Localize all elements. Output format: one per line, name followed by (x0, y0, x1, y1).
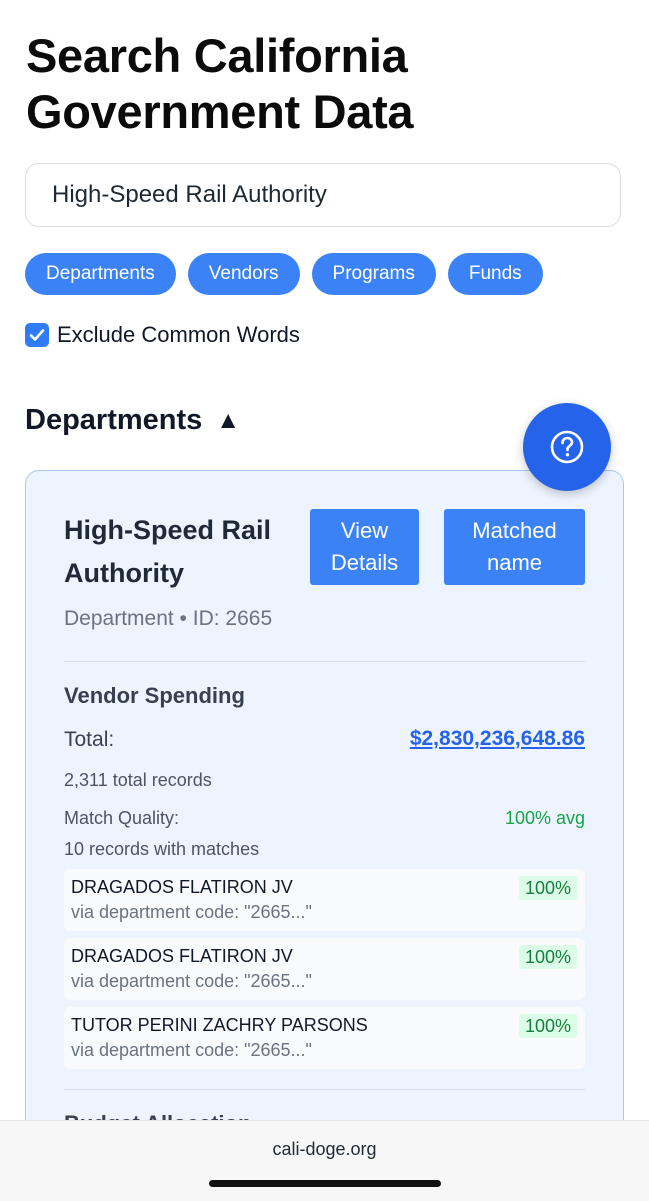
total-amount-link[interactable]: $2,830,236,648.86 (410, 727, 585, 751)
match-source: via department code: "2665..." (71, 1040, 312, 1060)
match-vendor-name: DRAGADOS FLATIRON JV (71, 877, 293, 897)
section-title: Departments (25, 404, 203, 436)
match-quality-label: Match Quality: (64, 808, 180, 828)
exclude-common-words-checkbox[interactable] (25, 323, 49, 347)
view-details-button[interactable]: View Details (310, 509, 419, 585)
match-score-badge: 100% (518, 1014, 577, 1038)
filter-chip-programs[interactable]: Programs (311, 253, 436, 295)
match-item: DRAGADOS FLATIRON JV via department code… (64, 938, 585, 1000)
match-item: TUTOR PERINI ZACHRY PARSONS via departme… (64, 1007, 585, 1069)
filter-chip-vendors[interactable]: Vendors (187, 253, 300, 295)
match-item: DRAGADOS FLATIRON JV via department code… (64, 869, 585, 931)
checkmark-icon (29, 329, 45, 341)
matches-count: 10 records with matches (64, 839, 260, 859)
match-source: via department code: "2665..." (71, 971, 312, 991)
department-meta: Department • ID: 2665 (64, 607, 273, 630)
filter-chip-funds[interactable]: Funds (447, 253, 543, 295)
browser-address-bar[interactable]: cali-doge.org (0, 1120, 649, 1201)
match-score-badge: 100% (518, 876, 577, 900)
total-records: 2,311 total records (64, 770, 212, 790)
exclude-common-words-label: Exclude Common Words (57, 322, 300, 347)
departments-section-toggle[interactable]: Departments ▲ (25, 404, 240, 437)
help-button[interactable] (523, 403, 611, 491)
match-quality-value: 100% avg (504, 808, 585, 828)
filter-chip-departments[interactable]: Departments (25, 253, 176, 295)
filter-chips: Departments Vendors Programs Funds (25, 253, 543, 295)
page: Search California Government Data Depart… (0, 0, 649, 1120)
match-score-badge: 100% (518, 945, 577, 969)
match-vendor-name: DRAGADOS FLATIRON JV (71, 946, 293, 966)
page-title: Search California Government Data (26, 29, 414, 138)
budget-allocation-heading: Budget Allocation (64, 1111, 251, 1120)
exclude-common-words-toggle[interactable]: Exclude Common Words (25, 322, 300, 348)
browser-domain: cali-doge.org (272, 1139, 377, 1159)
divider (64, 1089, 585, 1090)
search-input[interactable] (52, 178, 592, 212)
home-indicator[interactable] (209, 1180, 441, 1187)
match-vendor-name: TUTOR PERINI ZACHRY PARSONS (71, 1015, 368, 1035)
question-circle-icon (550, 430, 584, 464)
department-result-card: High-Speed Rail Authority View Details M… (25, 470, 624, 1120)
caret-up-icon: ▲ (216, 406, 241, 434)
vendor-spending-heading: Vendor Spending (64, 683, 245, 708)
department-name: High-Speed Rail Authority (64, 515, 272, 588)
total-label: Total: (64, 728, 115, 751)
divider (64, 661, 585, 662)
matched-name-button[interactable]: Matched name (444, 509, 585, 585)
search-box[interactable] (25, 163, 621, 227)
match-source: via department code: "2665..." (71, 902, 312, 922)
